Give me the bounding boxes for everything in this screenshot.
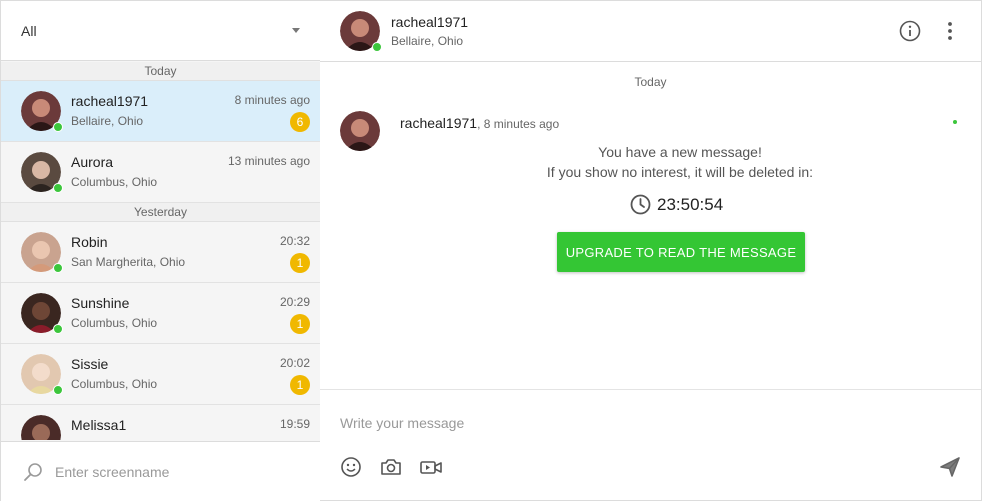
contact-name: Robin [71, 234, 108, 250]
conversation-filter-dropdown[interactable]: All [1, 1, 320, 61]
message-time: 20:02 [279, 356, 310, 370]
conversation-item[interactable]: Sissie Columbus, Ohio 20:02 1 [1, 344, 320, 405]
conversation-list[interactable]: Today racheal1971 Bellaire, Ohio 8 minut… [1, 62, 320, 440]
unread-badge: 1 [290, 314, 310, 334]
message-time: 8 minutes ago [234, 93, 310, 107]
message-time: 20:29 [279, 295, 310, 309]
chat-contact-name[interactable]: racheal1971 [391, 14, 468, 30]
contact-location: San Margherita, Ohio [71, 255, 186, 269]
conversation-item[interactable]: Aurora Columbus, Ohio 13 minutes ago [1, 142, 320, 203]
contact-location: Bellaire, Ohio [71, 114, 144, 128]
conversation-item[interactable]: racheal1971 Bellaire, Ohio 8 minutes ago… [1, 81, 320, 142]
contact-location: Columbus, Ohio [71, 377, 158, 391]
message-time: 20:32 [279, 234, 310, 248]
day-label: Today [634, 75, 667, 89]
chat-contact-location: Bellaire, Ohio [391, 34, 464, 48]
message-notice: You have a new message! [598, 144, 762, 160]
online-indicator [53, 122, 63, 132]
sender-name: racheal1971 [400, 115, 478, 131]
day-divider: Yesterday [1, 203, 320, 222]
filter-selected-label: All [21, 23, 37, 39]
contact-location: Columbus, Ohio [71, 316, 158, 330]
conversation-item[interactable]: Sunshine Columbus, Ohio 20:29 1 [1, 283, 320, 344]
message-composer [320, 389, 981, 501]
search-input[interactable] [55, 461, 305, 483]
message-time: 19:59 [279, 417, 310, 431]
contact-name: Sissie [71, 356, 109, 372]
emoji-icon[interactable] [340, 456, 364, 478]
message-sender: racheal1971, 8 minutes ago [400, 115, 559, 131]
online-indicator [53, 183, 63, 193]
online-indicator [53, 263, 63, 273]
avatar [340, 111, 380, 151]
chat-panel: racheal1971 Bellaire, Ohio Today racheal… [320, 0, 982, 501]
info-icon[interactable] [899, 20, 921, 42]
message-area: Today racheal1971, 8 minutes ago You hav… [320, 62, 981, 389]
contact-location: Columbus, Ohio [71, 175, 158, 189]
screenname-search [1, 441, 320, 501]
send-icon[interactable] [939, 456, 961, 478]
contact-name: Aurora [71, 154, 114, 170]
caret-down-icon [292, 28, 300, 33]
conversation-panel: All Today racheal1971 Bellaire, Ohio 8 m… [0, 0, 321, 501]
message-timestamp: , 8 minutes ago [477, 117, 560, 131]
video-icon[interactable] [419, 456, 443, 478]
countdown-value: 23:50:54 [657, 195, 724, 214]
messenger-app: All Today racheal1971 Bellaire, Ohio 8 m… [0, 0, 983, 501]
chat-header: racheal1971 Bellaire, Ohio [320, 1, 981, 62]
online-dot [953, 120, 957, 124]
camera-icon[interactable] [379, 456, 403, 478]
day-divider: Today [1, 62, 320, 81]
unread-badge: 6 [290, 112, 310, 132]
online-indicator [53, 385, 63, 395]
contact-name: racheal1971 [71, 93, 149, 109]
conversation-item[interactable]: Robin San Margherita, Ohio 20:32 1 [1, 222, 320, 283]
online-indicator [53, 324, 63, 334]
search-icon [24, 463, 42, 481]
unread-badge: 1 [290, 253, 310, 273]
contact-name: Sunshine [71, 295, 130, 311]
online-indicator [372, 42, 382, 52]
deletion-warning: If you show no interest, it will be dele… [546, 164, 814, 180]
avatar [21, 415, 61, 440]
message-time: 13 minutes ago [227, 154, 310, 168]
unread-badge: 1 [290, 375, 310, 395]
more-vertical-icon[interactable] [943, 21, 957, 41]
upgrade-button[interactable]: UPGRADE TO READ THE MESSAGE [557, 232, 805, 272]
message-input[interactable] [340, 412, 940, 434]
contact-name: Melissa1 [71, 417, 127, 433]
conversation-item[interactable]: Melissa1 19:59 [1, 405, 320, 440]
clock-icon [630, 194, 651, 215]
